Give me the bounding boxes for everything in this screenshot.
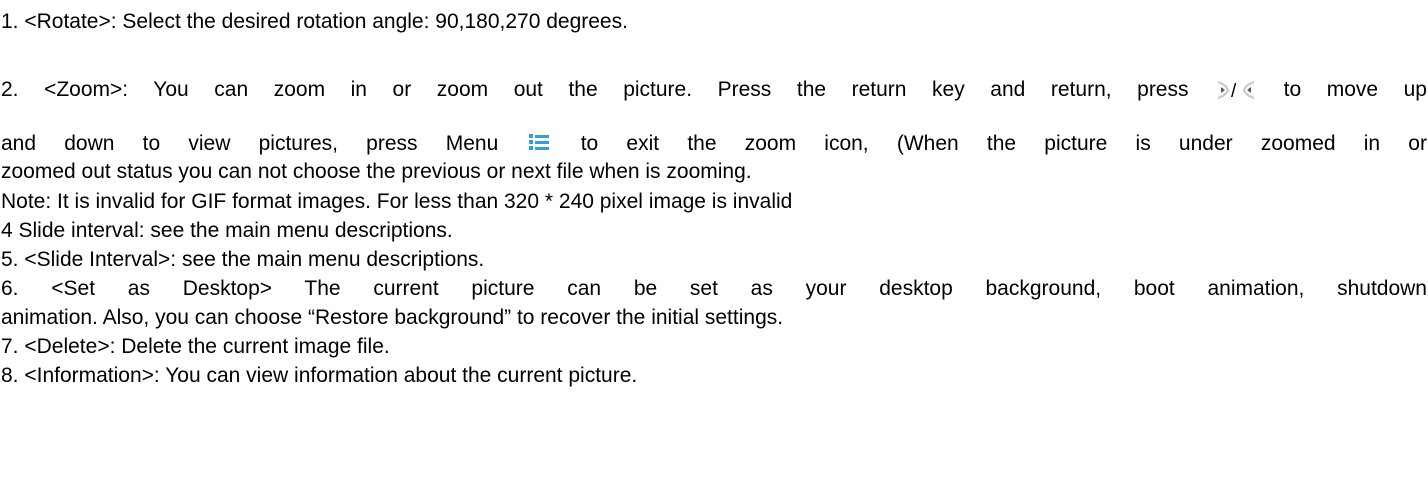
item-zoom-line3: zoomed out status you can not choose the… [1, 160, 752, 183]
item-set-desktop-line2: animation. Also, you can choose “Restore… [1, 306, 784, 329]
item-slide-interval-4: 4 Slide interval: see the main menu desc… [1, 219, 453, 242]
svg-text:/: / [1231, 81, 1237, 102]
item-zoom-line2: and down to view pictures, press Menu to… [1, 131, 1427, 156]
item-note: Note: It is invalid for GIF format image… [1, 190, 793, 213]
item-rotate: 1. <Rotate>: Select the desired rotation… [1, 10, 628, 33]
zoom-line2-part2: to exit the zoom icon, (When the picture… [580, 132, 1427, 155]
item-slide-interval-5: 5. <Slide Interval>: see the main menu d… [1, 248, 485, 271]
item-zoom-line1: 2. <Zoom>: You can zoom in or zoom out t… [1, 78, 1427, 102]
item-set-desktop-line1: 6. <Set as Desktop> The current picture … [1, 277, 1427, 300]
item-delete: 7. <Delete>: Delete the current image fi… [1, 335, 390, 358]
left-right-arrow-icon: / [1214, 78, 1258, 102]
manual-page: 1. <Rotate>: Select the desired rotation… [0, 0, 1428, 493]
menu-list-icon [528, 131, 550, 153]
zoom-text-part1: 2. <Zoom>: You can zoom in or zoom out t… [1, 78, 1189, 101]
zoom-text-part2: to move up [1283, 78, 1427, 101]
item-information: 8. <Information>: You can view informati… [1, 364, 638, 387]
zoom-line2-part1: and down to view pictures, press Menu [1, 132, 499, 155]
